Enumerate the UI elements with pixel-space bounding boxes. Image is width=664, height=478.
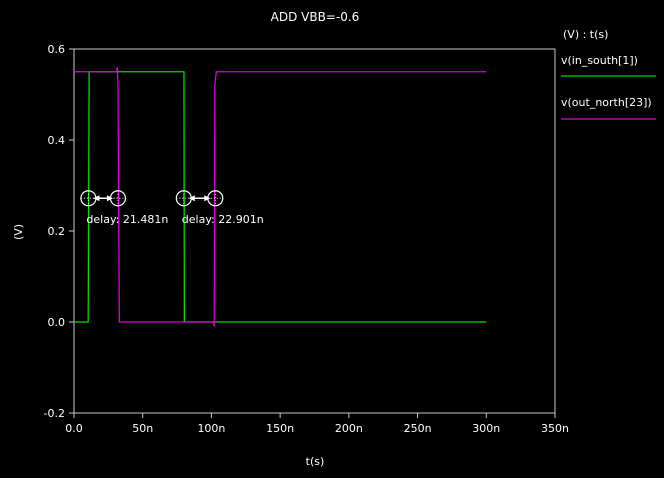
annotation-layer: delay: 21.481n delay: 22.901n [80, 190, 264, 226]
y-tick-label: 0.6 [48, 43, 66, 56]
y-tick-label: 0.2 [48, 225, 66, 238]
legend-title: (V) : t(s) [563, 28, 608, 41]
x-tick-label: 350n [541, 422, 569, 435]
y-tick-label: 0.4 [48, 134, 66, 147]
x-tick-label: 150n [266, 422, 294, 435]
delay-arrowhead-right [204, 195, 211, 202]
series-layer [74, 67, 487, 327]
y-axis: -0.2 0.0 0.2 0.4 0.6 [44, 43, 74, 420]
delay-label: delay: 21.481n [86, 213, 168, 226]
plot-frame [73, 48, 556, 414]
x-tick-label: 50n [132, 422, 153, 435]
x-tick-label: 100n [197, 422, 225, 435]
legend-label-out-north: v(out_north[23]) [561, 96, 652, 109]
series-line-out-north [74, 67, 487, 327]
delay-arrowhead-left [188, 195, 195, 202]
chart-title: ADD VBB=-0.6 [271, 10, 360, 24]
delay-arrowhead-left [93, 195, 100, 202]
x-tick-label: 250n [404, 422, 432, 435]
x-tick-label: 200n [335, 422, 363, 435]
y-axis-label: (V) [12, 224, 25, 240]
delay-arrowhead-right [106, 195, 113, 202]
chart: ADD VBB=-0.6 0.0 50n 100n 150n 200n 250n 300n 3… [12, 10, 656, 468]
delay-label: delay: 22.901n [182, 213, 264, 226]
y-tick-label: 0.0 [48, 316, 66, 329]
series-line-in-south [74, 71, 487, 323]
legend: (V) : t(s) v(in_south[1]) v(out_north[23… [561, 28, 656, 120]
legend-label-in-south: v(in_south[1]) [561, 54, 638, 67]
x-axis: 0.0 50n 100n 150n 200n 250n 300n 350n [65, 413, 569, 435]
x-tick-label: 0.0 [65, 422, 83, 435]
y-tick-label: -0.2 [44, 407, 65, 420]
x-axis-label: t(s) [306, 455, 325, 468]
x-tick-label: 300n [472, 422, 500, 435]
